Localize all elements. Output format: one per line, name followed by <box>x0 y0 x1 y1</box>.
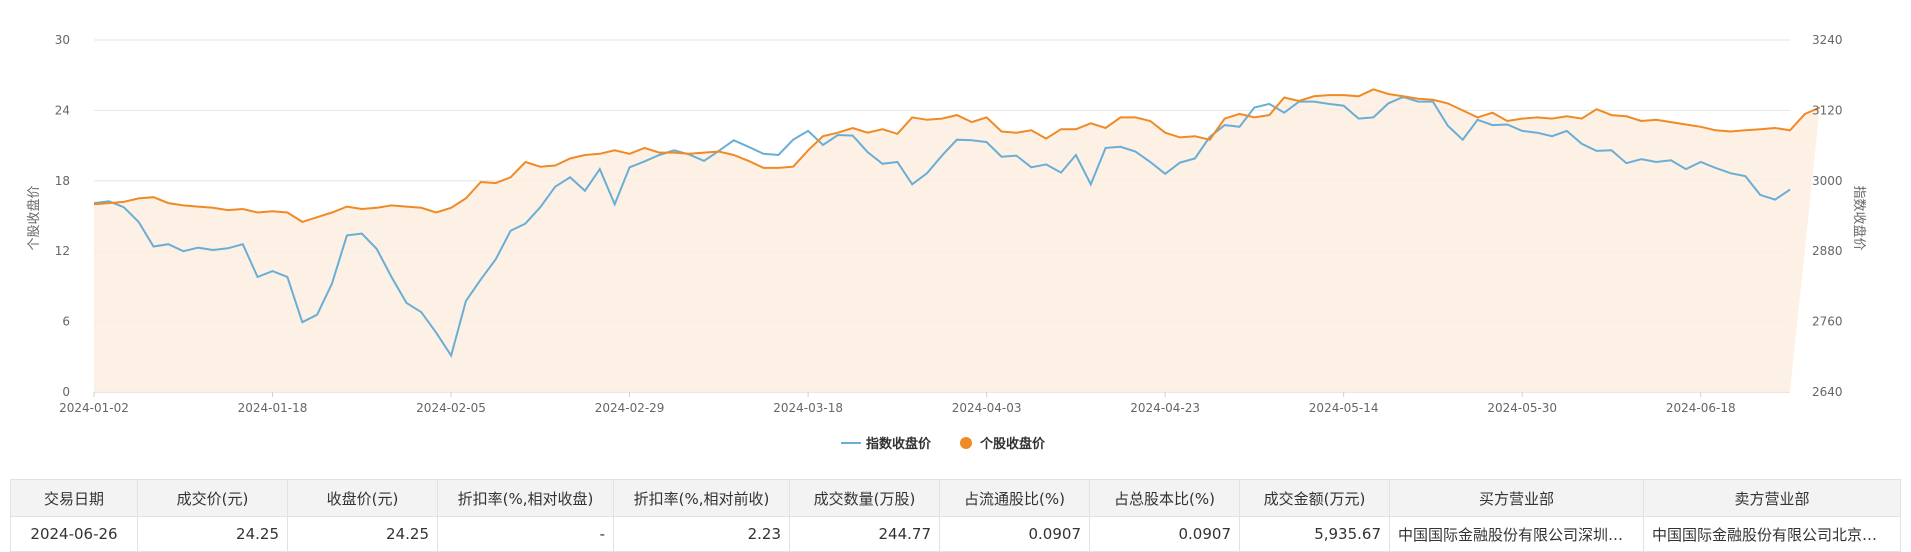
header-amount[interactable]: 成交金额(万元) <box>1239 479 1390 517</box>
header-total-ratio[interactable]: 占总股本比(%) <box>1089 479 1240 517</box>
y-right-tick-label: 2880 <box>1812 244 1843 258</box>
legend-item-stock[interactable]: 个股收盘价 <box>960 436 1046 452</box>
header-discount-close[interactable]: 折扣率(%,相对收盘) <box>437 479 614 517</box>
header-float-ratio[interactable]: 占流通股比(%) <box>939 479 1090 517</box>
table-header-row: 交易日期 成交价(元) 收盘价(元) 折扣率(%,相对收盘) 折扣率(%,相对前… <box>10 479 1901 517</box>
x-tick-label: 2024-05-14 <box>1309 401 1379 415</box>
cell-date: 2024-06-26 <box>10 516 138 552</box>
cell-discount-close: - <box>437 516 614 552</box>
y-right-tick-label: 3120 <box>1812 103 1843 117</box>
header-seller[interactable]: 卖方营业部 <box>1643 479 1901 517</box>
y-left-tick-label: 0 <box>62 385 70 399</box>
x-tick-label: 2024-02-29 <box>595 401 665 415</box>
price-chart: 0 6 12 18 24 30 2640 2760 2880 3000 3120 3240 2024… <box>26 33 1867 452</box>
stock-area-fill <box>94 89 1820 393</box>
header-price[interactable]: 成交价(元) <box>137 479 288 517</box>
legend-index-label: 指数收盘价 <box>866 436 932 452</box>
y-left-axis-title: 个股收盘价 <box>26 185 42 250</box>
legend-stock-label: 个股收盘价 <box>979 436 1046 452</box>
x-tick-label: 2024-04-03 <box>952 401 1022 415</box>
y-left-tick-label: 12 <box>55 244 70 258</box>
y-right-tick-label: 3240 <box>1812 33 1843 47</box>
y-left-tick-label: 18 <box>55 174 70 188</box>
x-tick-label: 2024-05-30 <box>1487 401 1557 415</box>
y-left-tick-label: 24 <box>55 103 70 117</box>
legend[interactable]: 指数收盘价 个股收盘价 <box>841 436 1046 452</box>
y-axis-left: 0 6 12 18 24 30 <box>55 33 70 399</box>
stock-area <box>94 89 1820 393</box>
x-tick-label: 2024-03-18 <box>773 401 843 415</box>
header-close[interactable]: 收盘价(元) <box>287 479 438 517</box>
y-right-tick-label: 2640 <box>1812 385 1843 399</box>
y-left-tick-label: 30 <box>55 33 70 47</box>
x-tick-label: 2024-06-18 <box>1666 401 1736 415</box>
block-trade-table: 交易日期 成交价(元) 收盘价(元) 折扣率(%,相对收盘) 折扣率(%,相对前… <box>10 479 1901 552</box>
header-volume[interactable]: 成交数量(万股) <box>789 479 940 517</box>
legend-stock-swatch <box>960 437 972 449</box>
cell-buyer[interactable]: 中国国际金融股份有限公司深圳分公司 <box>1389 516 1644 552</box>
x-tick-label: 2024-01-02 <box>59 401 129 415</box>
cell-amount: 5,935.67 <box>1239 516 1390 552</box>
x-tick-label: 2024-02-05 <box>416 401 486 415</box>
y-left-tick-label: 6 <box>62 315 70 329</box>
cell-seller[interactable]: 中国国际金融股份有限公司北京分公司 <box>1643 516 1901 552</box>
y-right-tick-label: 3000 <box>1812 174 1843 188</box>
y-right-tick-label: 2760 <box>1812 315 1843 329</box>
x-tick-label: 2024-04-23 <box>1130 401 1200 415</box>
x-axis: 2024-01-02 2024-01-18 2024-02-05 2024-02-29… <box>59 392 1736 415</box>
header-date[interactable]: 交易日期 <box>10 479 138 517</box>
cell-price: 24.25 <box>137 516 288 552</box>
cell-close: 24.25 <box>287 516 438 552</box>
table-row: 2024-06-26 24.25 24.25 - 2.23 244.77 0.0… <box>10 516 1901 552</box>
header-discount-prev[interactable]: 折扣率(%,相对前收) <box>613 479 790 517</box>
cell-volume: 244.77 <box>789 516 940 552</box>
legend-item-index[interactable]: 指数收盘价 <box>841 436 932 452</box>
cell-discount-prev: 2.23 <box>613 516 790 552</box>
y-axis-right: 2640 2760 2880 3000 3120 3240 <box>1812 33 1843 399</box>
x-tick-label: 2024-01-18 <box>238 401 308 415</box>
cell-float-ratio: 0.0907 <box>939 516 1090 552</box>
y-right-axis-title: 指数收盘价 <box>1851 185 1867 250</box>
cell-total-ratio: 0.0907 <box>1089 516 1240 552</box>
header-buyer[interactable]: 买方营业部 <box>1389 479 1644 517</box>
